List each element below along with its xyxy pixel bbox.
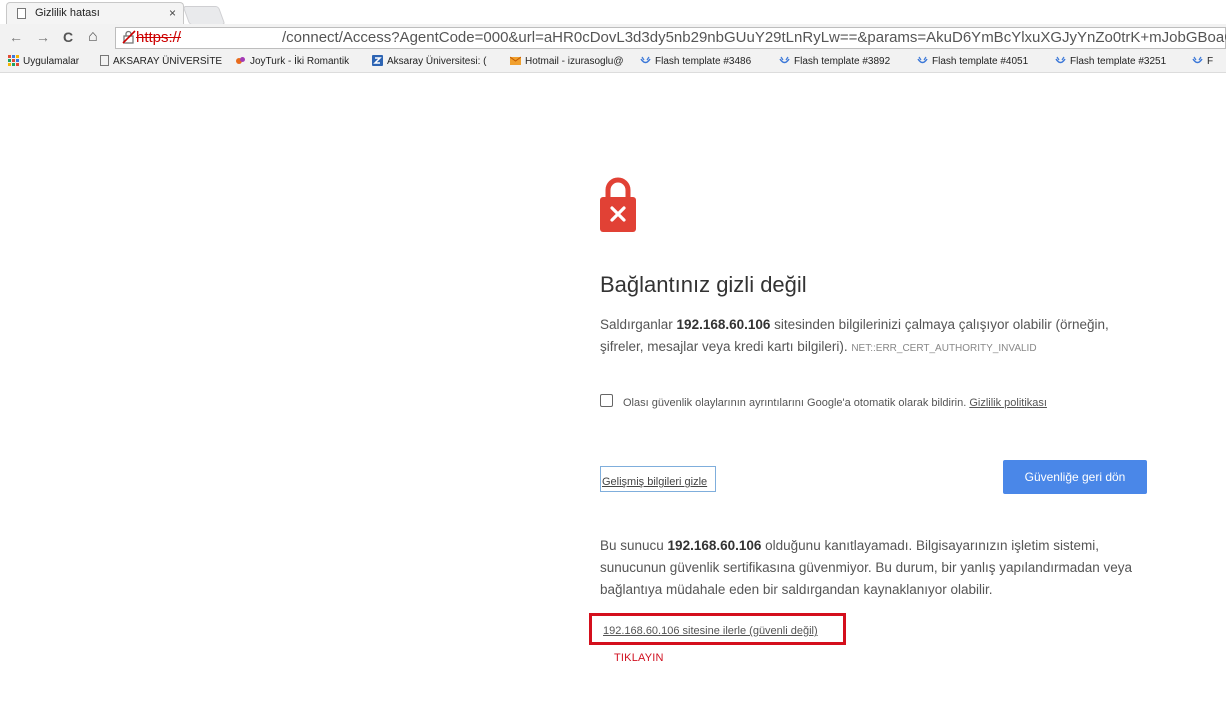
checkbox-label-text: Olası güvenlik olaylarının ayrıntılarını… xyxy=(623,397,970,409)
bookmark-flash-3251[interactable]: Flash template #3251 xyxy=(1055,55,1166,67)
bookmark-label: AKSARAY ÜNİVERSİTE xyxy=(113,56,223,67)
tab-strip: Gizlilik hatası × xyxy=(0,0,1226,25)
flash-template-icon xyxy=(1055,56,1066,64)
details-text-line2: sunucunun güvenlik sertifikasına güvenmi… xyxy=(600,560,1133,575)
bookmark-aksaray[interactable]: AKSARAY ÜNİVERSİTE xyxy=(100,55,222,67)
url-scheme: https:// xyxy=(136,29,182,46)
bookmark-joyturk[interactable]: JoyTurk - İki Romantik xyxy=(235,55,349,67)
warning-text-line2: şifreler, mesajlar veya kredi kartı bilg… xyxy=(600,339,852,354)
new-tab-button[interactable] xyxy=(182,6,226,25)
bookmark-flash-more[interactable]: F xyxy=(1192,55,1213,67)
bookmark-flash-3486[interactable]: Flash template #3486 xyxy=(640,55,751,67)
tab-close-icon[interactable]: × xyxy=(169,6,176,20)
page-title: Bağlantınız gizli değil xyxy=(600,272,807,297)
host-name: 192.168.60.106 xyxy=(676,317,771,332)
flash-template-icon xyxy=(640,56,651,64)
details-text-line3: bağlantıya müdahale eden bir saldırganda… xyxy=(600,582,993,597)
bookmark-label: Flash template #3892 xyxy=(794,56,891,67)
details-text-cont: olduğunu kanıtlayamadı. Bilgisayarınızın… xyxy=(761,538,1100,553)
warning-text: Saldırganlar xyxy=(600,317,677,332)
flash-template-icon xyxy=(917,56,928,64)
home-icon[interactable]: ⌂ xyxy=(88,28,98,46)
broken-lock-icon xyxy=(122,30,136,44)
hotmail-icon xyxy=(510,56,521,65)
advanced-details-paragraph: Bu sunucu 192.168.60.106 olduğunu kanıtl… xyxy=(600,535,1160,601)
address-bar[interactable]: https:// /connect/Access?AgentCode=000&u… xyxy=(115,27,1226,49)
proceed-unsafe-link[interactable]: 192.168.60.106 sitesine ilerle (güvenli … xyxy=(603,625,818,637)
bookmark-flash-4051[interactable]: Flash template #4051 xyxy=(917,55,1028,67)
forward-icon[interactable]: → xyxy=(36,28,50,46)
z-logo-icon xyxy=(372,55,383,66)
bookmark-label: Hotmail - izurasoglu@ xyxy=(525,56,624,67)
bookmark-apps[interactable]: Uygulamalar xyxy=(8,55,79,67)
bookmark-label: Aksaray Üniversitesi: ( xyxy=(387,56,487,67)
joyturk-icon xyxy=(236,57,245,64)
error-code: NET::ERR_CERT_AUTHORITY_INVALID xyxy=(851,343,1037,354)
apps-grid-icon xyxy=(8,55,19,66)
browser-toolbar: ← → C ⌂ https:// /connect/Access?AgentCo… xyxy=(0,24,1226,53)
back-to-safety-button[interactable]: Güvenliğe geri dön xyxy=(1003,460,1147,494)
bookmark-label: F xyxy=(1207,56,1214,67)
not-secure-scheme: https:// xyxy=(122,29,181,46)
reload-icon[interactable]: C xyxy=(63,28,73,46)
tab-privacy-error[interactable]: Gizlilik hatası × xyxy=(6,2,184,24)
report-checkbox[interactable] xyxy=(600,394,613,407)
flash-template-icon xyxy=(1192,56,1203,64)
host-name: 192.168.60.106 xyxy=(667,538,762,553)
warning-paragraph: Saldırganlar 192.168.60.106 sitesinden b… xyxy=(600,314,1160,360)
tab-title: Gizlilik hatası xyxy=(35,7,100,19)
flash-template-icon xyxy=(779,56,790,64)
red-lock-icon xyxy=(600,177,636,232)
warning-text-cont: sitesinden bilgilerinizi çalmaya çalışıy… xyxy=(770,317,1109,332)
bookmark-label: Flash template #3486 xyxy=(655,56,752,67)
url-text: /connect/Access?AgentCode=000&url=aHR0cD… xyxy=(282,29,1226,46)
bookmark-aksaray-uni[interactable]: Aksaray Üniversitesi: ( xyxy=(372,55,486,67)
page-icon xyxy=(100,55,109,66)
click-here-annotation: TIKLAYIN xyxy=(614,652,664,664)
bookmark-label: Flash template #4051 xyxy=(932,56,1029,67)
report-checkbox-label: Olası güvenlik olaylarının ayrıntılarını… xyxy=(623,397,1047,409)
bookmark-flash-3892[interactable]: Flash template #3892 xyxy=(779,55,890,67)
bookmark-label: Uygulamalar xyxy=(23,56,80,67)
bookmarks-bar: Uygulamalar AKSARAY ÜNİVERSİTE JoyTurk -… xyxy=(0,52,1226,73)
bookmark-label: Flash template #3251 xyxy=(1070,56,1167,67)
bookmark-hotmail[interactable]: Hotmail - izurasoglu@ xyxy=(510,55,624,67)
page-icon xyxy=(17,8,26,19)
privacy-policy-link[interactable]: Gizlilik politikası xyxy=(969,397,1047,409)
bookmark-label: JoyTurk - İki Romantik xyxy=(250,56,350,67)
details-text: Bu sunucu xyxy=(600,538,668,553)
hide-advanced-button[interactable]: Gelişmiş bilgileri gizle xyxy=(600,466,716,492)
back-icon[interactable]: ← xyxy=(9,28,23,46)
